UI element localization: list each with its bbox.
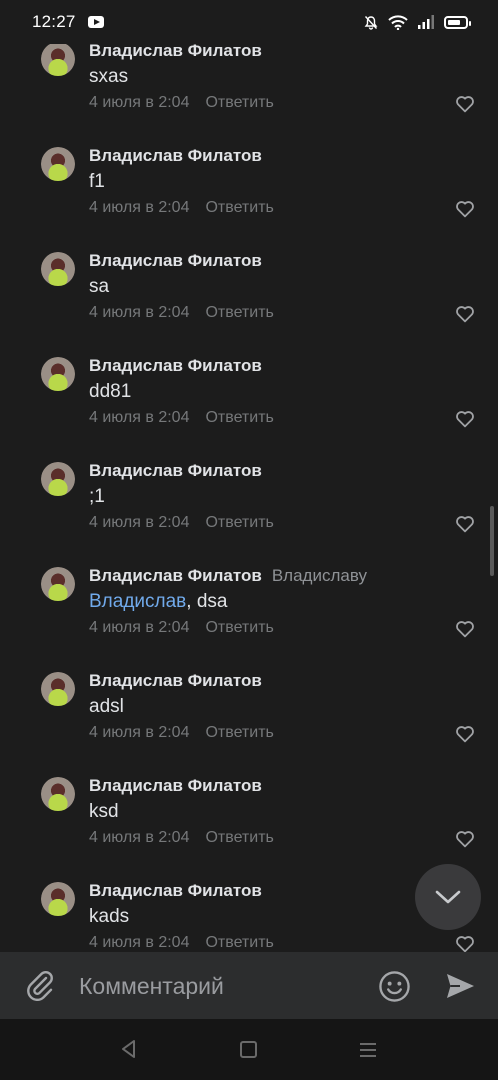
comment-input[interactable] [79,970,359,1002]
comment-meta: 4 июля в 2:04 Ответить [89,94,274,112]
home-icon[interactable] [240,1041,257,1058]
heart-icon[interactable] [455,830,475,848]
comment-meta: 4 июля в 2:04 Ответить [89,304,274,322]
comment-date: 4 июля в 2:04 [89,829,190,846]
comment-item: Владислав Филатов Владиславу Владислав, d… [0,566,498,680]
comment-text: kads [89,906,130,927]
avatar[interactable] [41,462,75,496]
reply-button[interactable]: Ответить [205,934,273,951]
comment-date: 4 июля в 2:04 [89,94,190,111]
comment-meta: 4 июля в 2:04 Ответить [89,724,274,742]
comment-date: 4 июля в 2:04 [89,199,190,216]
heart-icon[interactable] [455,725,475,743]
chevron-down-icon [435,890,461,904]
comment-meta: 4 июля в 2:04 Ответить [89,199,274,217]
comment-text: dd81 [89,381,132,402]
comment-author[interactable]: Владислав Филатов [89,356,262,376]
reply-button[interactable]: Ответить [205,724,273,741]
comment-author-name[interactable]: Владислав Филатов [89,566,262,585]
avatar[interactable] [41,42,75,76]
comment-date: 4 июля в 2:04 [89,934,190,951]
comment-author[interactable]: Владислав Филатов [89,41,262,61]
comment-text: sa [89,276,110,297]
comment-author[interactable]: Владислав Филатов [89,776,262,796]
comment-meta: 4 июля в 2:04 Ответить [89,934,274,952]
comment-author[interactable]: Владислав Филатов [89,146,262,166]
smile-icon[interactable] [378,970,411,1003]
comment-author[interactable]: Владислав Филатов [89,461,262,481]
status-time: 12:27 [32,12,76,31]
avatar[interactable] [41,567,75,601]
avatar[interactable] [41,777,75,811]
comment-author[interactable]: Владислав Филатов [89,251,262,271]
reply-button[interactable]: Ответить [205,619,273,636]
battery-icon [444,15,471,29]
heart-icon[interactable] [455,200,475,218]
comment-text: Владислав, dsa [89,591,227,613]
system-nav-bar [0,1019,498,1080]
heart-icon[interactable] [455,95,475,113]
bell-off-icon [364,15,378,30]
heart-icon[interactable] [455,935,475,952]
back-icon[interactable] [119,1039,139,1059]
comment-date: 4 июля в 2:04 [89,409,190,426]
comment-item: Владислав Филатов dd81 4 июля в 2:04 Отве… [0,356,498,470]
comment-text-body: , dsa [186,591,228,612]
comment-meta: 4 июля в 2:04 Ответить [89,514,274,532]
comment-meta: 4 июля в 2:04 Ответить [89,829,274,847]
menu-icon[interactable] [359,1042,377,1058]
comment-date: 4 июля в 2:04 [89,619,190,636]
heart-icon[interactable] [455,305,475,323]
comment-date: 4 июля в 2:04 [89,724,190,741]
comment-item: Владислав Филатов ;1 4 июля в 2:04 Ответи… [0,461,498,575]
mention-link[interactable]: Владислав [89,591,186,612]
comment-author[interactable]: Владислав Филатов [89,881,262,901]
send-icon[interactable] [444,971,476,1001]
reply-to-label[interactable]: Владиславу [272,566,367,585]
comment-date: 4 июля в 2:04 [89,304,190,321]
scroll-down-button[interactable] [415,864,481,930]
comment-meta: 4 июля в 2:04 Ответить [89,409,274,427]
comment-author: Владислав Филатов Владиславу [89,566,367,586]
heart-icon[interactable] [455,620,475,638]
comment-text: adsl [89,696,124,717]
youtube-icon [87,16,104,28]
reply-button[interactable]: Ответить [205,829,273,846]
comment-text: sxas [89,66,129,87]
comment-item: Владислав Филатов sa 4 июля в 2:04 Ответи… [0,251,498,365]
comment-text: ;1 [89,486,105,507]
avatar[interactable] [41,252,75,286]
comment-date: 4 июля в 2:04 [89,514,190,531]
comment-meta: 4 июля в 2:04 Ответить [89,619,274,637]
status-bar: 12:27 [0,0,498,44]
heart-icon[interactable] [455,515,475,533]
reply-button[interactable]: Ответить [205,514,273,531]
reply-button[interactable]: Ответить [205,304,273,321]
comment-text: f1 [89,171,105,192]
wifi-icon [388,14,408,30]
comment-text: ksd [89,801,119,822]
comment-item: Владислав Филатов sxas 4 июля в 2:04 Отве… [0,41,498,155]
avatar[interactable] [41,357,75,391]
comment-author[interactable]: Владислав Филатов [89,671,262,691]
heart-icon[interactable] [455,410,475,428]
comment-item: Владислав Филатов adsl 4 июля в 2:04 Отве… [0,671,498,785]
reply-button[interactable]: Ответить [205,409,273,426]
reply-button[interactable]: Ответить [205,94,273,111]
signal-icon [418,15,434,29]
avatar[interactable] [41,672,75,706]
comment-list[interactable]: Владислав Филатов sxas 4 июля в 2:04 Отве… [0,0,498,952]
scrollbar[interactable] [490,506,494,576]
reply-button[interactable]: Ответить [205,199,273,216]
avatar[interactable] [41,147,75,181]
status-icons [364,14,471,30]
avatar[interactable] [41,882,75,916]
comments-screen: Владислав Филатов sxas 4 июля в 2:04 Отве… [0,0,498,1080]
comment-item: Владислав Филатов f1 4 июля в 2:04 Ответи… [0,146,498,260]
comment-input-bar [0,952,498,1019]
paperclip-icon[interactable] [24,969,56,1001]
